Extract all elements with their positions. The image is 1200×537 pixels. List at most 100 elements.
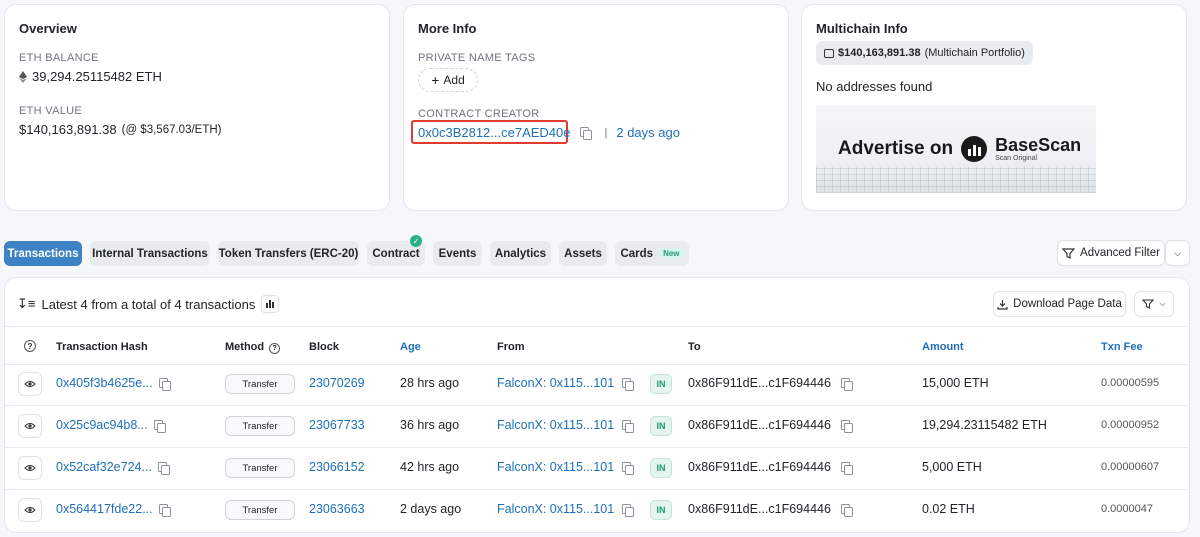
block-number: 23067733 — [309, 418, 365, 432]
age-text: 28 hrs ago — [400, 376, 460, 390]
tab-contract[interactable]: Contract ✓ — [367, 235, 425, 266]
preview-button[interactable] — [18, 372, 42, 396]
wallet-icon — [824, 48, 834, 58]
eye-icon — [24, 507, 36, 513]
col-txn-fee[interactable]: Txn Fee — [1101, 341, 1143, 353]
chevron-down-icon: ⌵ — [1174, 247, 1181, 258]
multichain-title: Multichain Info — [816, 21, 908, 36]
to-address-text[interactable]: 0x86F911dE...c1F694446 — [688, 460, 831, 474]
ad-text: Advertise on — [838, 138, 954, 159]
tab-transactions[interactable]: Transactions — [4, 241, 82, 266]
contract-creator: 0x0c3B2812...ce7AED40e | 2 days ago — [418, 125, 680, 140]
table-row-hash: 0x25c9ac94b8... — [56, 418, 166, 433]
tab-internal-transactions[interactable]: Internal Transactions — [90, 241, 210, 266]
download-page-data-button[interactable]: Download Page Data — [993, 291, 1126, 317]
copy-icon[interactable] — [840, 377, 853, 391]
tab-label: Transactions — [7, 247, 79, 260]
help-icon[interactable]: ? — [24, 340, 36, 352]
tab-label: Events — [438, 247, 477, 260]
plus-icon: + — [431, 72, 440, 88]
block-number: 23063663 — [309, 502, 365, 516]
divider — [4, 326, 1190, 327]
block-link[interactable]: 23063663 — [309, 502, 365, 516]
preview-button[interactable] — [18, 414, 42, 438]
transaction-hash-link[interactable]: 0x52caf32e724... — [56, 460, 152, 474]
col-from: From — [497, 341, 525, 353]
table-filter-button[interactable]: ⌵ — [1134, 291, 1174, 317]
tab-assets[interactable]: Assets — [559, 241, 607, 266]
direction-in-badge: IN — [650, 458, 672, 478]
preview-button[interactable] — [18, 498, 42, 522]
basescan-ad-banner[interactable]: Advertise on BaseScan Scan Original — [816, 105, 1096, 193]
from-address-link[interactable]: FalconX: 0x115...101 — [497, 502, 614, 516]
block-link[interactable]: 23067733 — [309, 418, 365, 432]
to-address: 0x86F911dE...c1F694446 — [688, 376, 853, 391]
more-info-card: More Info PRIVATE NAME TAGS + Add CONTRA… — [403, 4, 789, 211]
tab-cards[interactable]: Cards New — [615, 241, 689, 266]
divider — [4, 364, 1190, 365]
copy-icon[interactable] — [840, 419, 853, 433]
info-icon[interactable]: ? — [269, 343, 281, 354]
tab-analytics[interactable]: Analytics — [490, 241, 551, 266]
block-link[interactable]: 23070269 — [309, 376, 365, 390]
method-badge: Transfer — [225, 374, 295, 394]
summary-text: Latest 4 from a total of 4 transactions — [41, 296, 256, 312]
copy-icon[interactable] — [840, 503, 853, 517]
tab-token-transfers[interactable]: Token Transfers (ERC-20) — [218, 241, 359, 266]
divider — [4, 447, 1190, 448]
ad-brand: BaseScan — [995, 135, 1082, 155]
advanced-filter-dropdown[interactable]: ⌵ — [1165, 240, 1190, 266]
direction-in-badge: IN — [650, 374, 672, 394]
multichain-portfolio-button[interactable]: $140,163,891.38 (Multichain Portfolio) — [816, 41, 1033, 65]
eth-value: $140,163,891.38 (@ $3,567.03/ETH) — [19, 122, 222, 137]
copy-icon[interactable] — [622, 461, 635, 475]
eth-value-label: ETH VALUE — [19, 105, 83, 117]
private-name-tags-label: PRIVATE NAME TAGS — [418, 52, 536, 64]
from-address: FalconX: 0x115...101 — [497, 460, 635, 475]
to-address-text[interactable]: 0x86F911dE...c1F694446 — [688, 502, 831, 516]
copy-icon[interactable] — [158, 377, 171, 391]
copy-icon[interactable] — [622, 503, 635, 517]
copy-icon[interactable] — [158, 503, 171, 517]
advanced-filter-button[interactable]: Advanced Filter — [1057, 240, 1165, 266]
copy-icon[interactable] — [622, 377, 635, 391]
col-age[interactable]: Age — [400, 341, 421, 353]
eth-balance: 39,294.25115482 ETH — [19, 69, 162, 84]
contract-creator-age[interactable]: 2 days ago — [616, 125, 680, 140]
tab-label: Analytics — [494, 247, 547, 260]
copy-icon[interactable] — [153, 419, 166, 433]
to-address: 0x86F911dE...c1F694446 — [688, 460, 853, 475]
amount-text: 5,000 ETH — [922, 460, 982, 474]
from-address-link[interactable]: FalconX: 0x115...101 — [497, 460, 614, 474]
copy-icon[interactable] — [622, 419, 635, 433]
portfolio-value: $140,163,891.38 — [838, 47, 921, 59]
transaction-hash-link[interactable]: 0x405f3b4625e... — [56, 376, 153, 390]
contract-creator-address[interactable]: 0x0c3B2812...ce7AED40e — [418, 125, 571, 140]
to-address-text[interactable]: 0x86F911dE...c1F694446 — [688, 376, 831, 390]
block-link[interactable]: 23066152 — [309, 460, 365, 474]
copy-icon[interactable] — [157, 461, 170, 475]
col-amount[interactable]: Amount — [922, 341, 964, 353]
col-to: To — [688, 341, 701, 353]
col-method-label: Method — [225, 341, 265, 353]
eye-icon — [24, 465, 36, 471]
transaction-hash-link[interactable]: 0x25c9ac94b8... — [56, 418, 148, 432]
copy-icon[interactable] — [840, 461, 853, 475]
to-address-text[interactable]: 0x86F911dE...c1F694446 — [688, 418, 831, 432]
download-label: Download Page Data — [1013, 298, 1122, 310]
from-address-link[interactable]: FalconX: 0x115...101 — [497, 376, 614, 390]
tab-label: Contract — [372, 247, 420, 260]
from-address-link[interactable]: FalconX: 0x115...101 — [497, 418, 614, 432]
eye-icon — [24, 381, 36, 387]
transaction-hash-link[interactable]: 0x564417fde22... — [56, 502, 153, 516]
amount-text: 19,294.23115482 ETH — [922, 418, 1047, 432]
sort-icon: ↧≡ — [17, 296, 36, 311]
col-transaction-hash: Transaction Hash — [56, 341, 148, 353]
copy-icon[interactable] — [579, 127, 592, 140]
preview-button[interactable] — [18, 456, 42, 480]
tab-events[interactable]: Events — [433, 241, 482, 266]
chart-icon[interactable] — [261, 295, 280, 313]
ethereum-icon — [19, 70, 27, 83]
age-text: 42 hrs ago — [400, 460, 460, 474]
add-tag-button[interactable]: + Add — [418, 68, 478, 92]
